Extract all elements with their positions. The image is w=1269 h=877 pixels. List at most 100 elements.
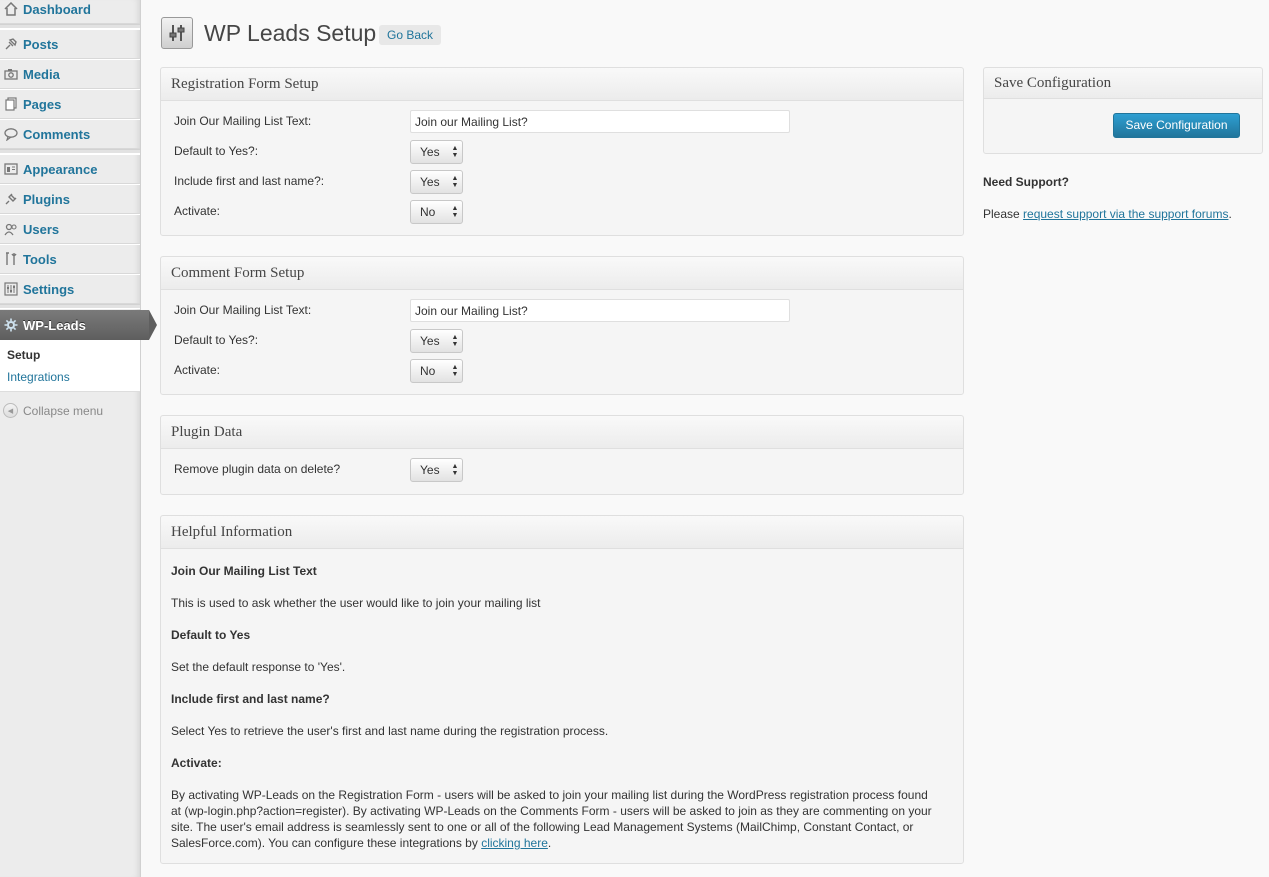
settings-sliders-icon — [161, 17, 193, 49]
select-value: No — [420, 205, 436, 219]
registration-mailing-text-row: Join Our Mailing List Text: — [174, 110, 954, 134]
users-icon — [3, 221, 19, 237]
dashboard-icon — [3, 1, 19, 17]
field-label: Join Our Mailing List Text: — [174, 114, 312, 128]
sidebar-item-label: Media — [23, 66, 60, 82]
collapse-menu-label: Collapse menu — [23, 403, 104, 418]
select-value: Yes — [420, 175, 440, 189]
sidebar-item-appearance[interactable]: Appearance — [0, 154, 140, 184]
registration-mailing-text-input[interactable] — [410, 110, 790, 133]
settings-icon — [3, 281, 19, 297]
admin-sidebar: Dashboard Posts Media Pages Comments App… — [0, 0, 157, 877]
sidebar-item-label: WP-Leads — [23, 317, 86, 333]
collapse-arrow-icon: ◀ — [3, 403, 18, 418]
help-text: Set the default response to 'Yes'. — [171, 660, 346, 674]
remove-data-select[interactable]: Yes ▲ ▼ — [410, 458, 463, 482]
select-value: Yes — [420, 334, 440, 348]
comment-default-select[interactable]: Yes ▲ ▼ — [410, 329, 463, 353]
support-suffix: . — [1228, 207, 1232, 221]
sidebar-item-users[interactable]: Users — [0, 214, 140, 244]
comment-bubble-icon — [3, 126, 19, 142]
registration-activate-row: Activate: No ▲ ▼ — [174, 200, 954, 224]
registration-name-select[interactable]: Yes ▲ ▼ — [410, 170, 463, 194]
support-forums-link[interactable]: request support via the support forums — [1023, 207, 1228, 221]
field-label: Default to Yes?: — [174, 333, 259, 347]
submenu-item-setup[interactable]: Setup — [7, 348, 40, 362]
page-title: WP Leads Setup — [204, 20, 377, 46]
plugin-data-box: Plugin Data Remove plugin data on delete… — [160, 415, 964, 495]
registration-default-row: Default to Yes?: Yes ▲ ▼ — [174, 140, 954, 164]
sidebar-item-dashboard[interactable]: Dashboard — [0, 0, 140, 24]
field-label: Remove plugin data on delete? — [174, 462, 341, 476]
sidebar-item-settings[interactable]: Settings — [0, 274, 140, 304]
box-title: Plugin Data — [161, 416, 963, 449]
field-label: Include first and last name?: — [174, 174, 325, 188]
registration-default-select[interactable]: Yes ▲ ▼ — [410, 140, 463, 164]
save-configuration-button[interactable]: Save Configuration — [1113, 113, 1240, 138]
sidebar-item-label: Plugins — [23, 191, 70, 207]
help-text: This is used to ask whether the user wou… — [171, 596, 541, 610]
help-text: By activating WP-Leads on the Registrati… — [171, 788, 928, 802]
help-heading: Activate: — [171, 756, 222, 770]
comment-form-setup-box: Comment Form Setup Join Our Mailing List… — [160, 256, 964, 395]
sidebar-item-tools[interactable]: Tools — [0, 244, 140, 274]
sidebar-item-media[interactable]: Media — [0, 59, 140, 89]
box-title: Registration Form Setup — [161, 68, 963, 101]
sidebar-item-label: Dashboard — [23, 1, 91, 17]
sidebar-item-label: Posts — [23, 36, 59, 52]
registration-name-row: Include first and last name?: Yes ▲ ▼ — [174, 170, 954, 194]
clicking-here-link[interactable]: clicking here — [481, 836, 548, 850]
comment-activate-select[interactable]: No ▲ ▼ — [410, 359, 463, 383]
appearance-icon — [3, 161, 19, 177]
pages-icon — [3, 96, 19, 112]
comment-mailing-text-input[interactable] — [410, 299, 790, 322]
sidebar-item-label: Appearance — [23, 161, 98, 177]
comment-default-row: Default to Yes?: Yes ▲ ▼ — [174, 329, 954, 353]
save-configuration-box: Save Configuration Save Configuration — [983, 67, 1263, 154]
sidebar-item-label: Tools — [23, 251, 57, 267]
submenu-item-integrations[interactable]: Integrations — [7, 370, 70, 384]
sidebar-item-posts[interactable]: Posts — [0, 29, 140, 59]
sidebar-item-label: Comments — [23, 126, 91, 142]
camera-icon — [3, 66, 19, 82]
updown-arrows-icon: ▲ ▼ — [451, 364, 459, 378]
help-text: site. The user's email address is seamle… — [171, 820, 914, 834]
sidebar-item-plugins[interactable]: Plugins — [0, 184, 140, 214]
field-label: Default to Yes?: — [174, 144, 259, 158]
help-text-last: SalesForce.com). You can configure these… — [171, 835, 951, 851]
sidebar-item-comments[interactable]: Comments — [0, 119, 140, 149]
updown-arrows-icon: ▲ ▼ — [451, 175, 459, 189]
sidebar-item-label: Settings — [23, 281, 75, 297]
gear-icon — [3, 317, 19, 333]
box-title: Helpful Information — [161, 516, 963, 549]
sidebar-item-wp-leads[interactable]: WP-Leads — [0, 310, 157, 340]
registration-form-setup-box: Registration Form Setup Join Our Mailing… — [160, 67, 964, 236]
remove-data-row: Remove plugin data on delete? Yes ▲ ▼ — [174, 458, 954, 482]
helpful-information-box: Helpful Information Join Our Mailing Lis… — [160, 515, 964, 864]
updown-arrows-icon: ▲ ▼ — [451, 463, 459, 477]
help-text: at (wp-login.php?action=register). By ac… — [171, 804, 932, 818]
go-back-button[interactable]: Go Back — [379, 25, 442, 45]
pin-icon — [3, 36, 19, 52]
wp-leads-submenu: Setup Integrations — [0, 340, 140, 392]
updown-arrows-icon: ▲ ▼ — [451, 205, 459, 219]
field-label: Activate: — [174, 204, 221, 218]
need-support-heading: Need Support? — [983, 175, 1069, 189]
field-label: Activate: — [174, 363, 221, 377]
sidebar-item-pages[interactable]: Pages — [0, 89, 140, 119]
help-heading: Include first and last name? — [171, 692, 330, 706]
updown-arrows-icon: ▲ ▼ — [451, 334, 459, 348]
help-text-fragment: SalesForce.com). You can configure these… — [171, 836, 482, 850]
select-value: Yes — [420, 463, 440, 477]
help-text-fragment: . — [547, 836, 552, 850]
comment-mailing-text-row: Join Our Mailing List Text: — [174, 299, 954, 323]
field-label: Join Our Mailing List Text: — [174, 303, 312, 317]
box-title: Save Configuration — [984, 68, 1262, 99]
help-text: Select Yes to retrieve the user's first … — [171, 724, 609, 738]
box-title: Comment Form Setup — [161, 257, 963, 290]
collapse-menu-button[interactable]: ◀ Collapse menu — [3, 403, 103, 418]
help-heading: Join Our Mailing List Text — [171, 564, 317, 578]
comment-activate-row: Activate: No ▲ ▼ — [174, 359, 954, 383]
updown-arrows-icon: ▲ ▼ — [451, 145, 459, 159]
registration-activate-select[interactable]: No ▲ ▼ — [410, 200, 463, 224]
